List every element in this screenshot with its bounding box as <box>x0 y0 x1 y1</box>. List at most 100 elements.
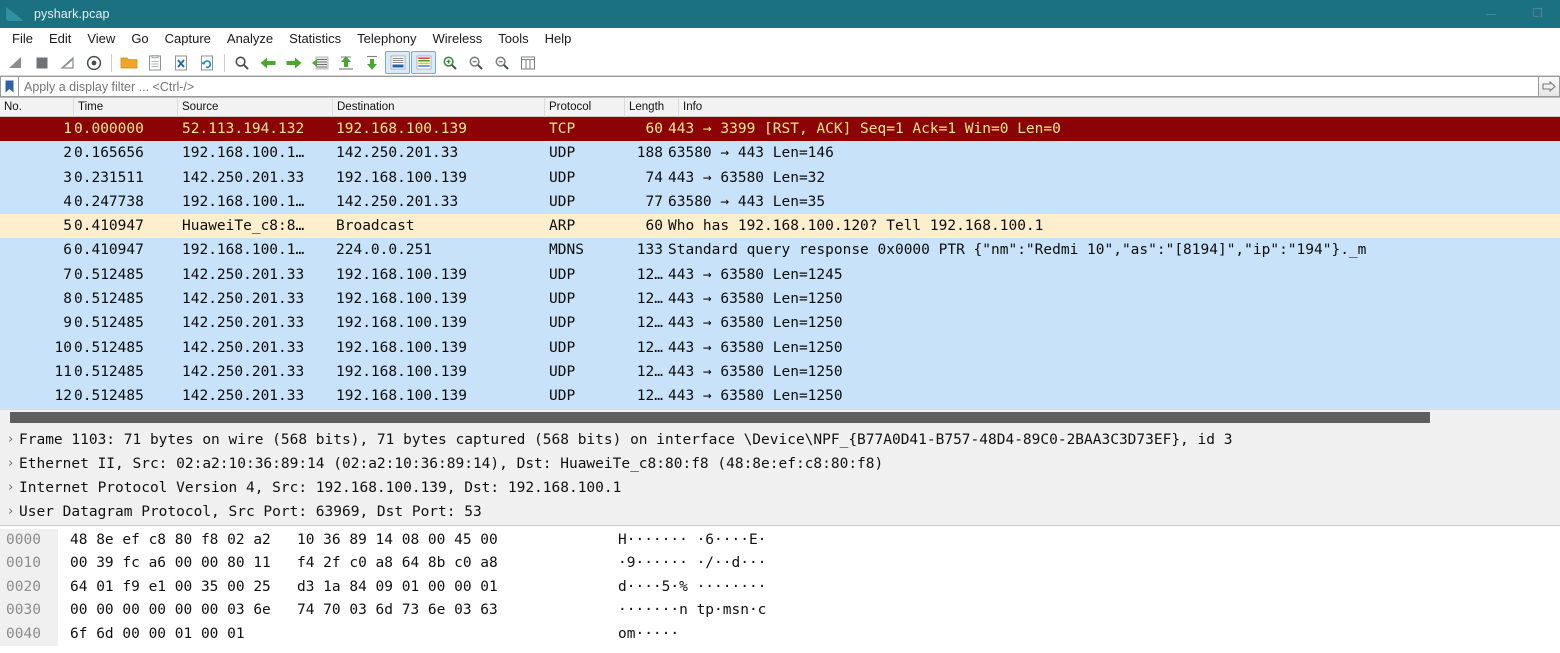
packet-row[interactable]: 6 0.410947 192.168.100.1… 224.0.0.251 MDNS 13… <box>0 238 1560 263</box>
detail-tree-row[interactable]: › Internet Protocol Version 4, Src: 192.1… <box>0 476 1560 500</box>
packet-row[interactable]: 5 0.410947 HuaweiTe_c8:8… Broadcast ARP 60 Who… <box>0 214 1560 239</box>
packet-cell-no: 4 <box>63 193 72 210</box>
packet-cell-protocol: UDP <box>549 145 576 162</box>
colorize-icon <box>416 55 431 70</box>
packet-row[interactable]: 2 0.165656 192.168.100.1… 142.250.201.33 UDP… <box>0 141 1560 166</box>
packet-cell-destination: 192.168.100.139 <box>336 339 467 356</box>
minimize-button[interactable] <box>1468 0 1514 28</box>
find-packet-button[interactable] <box>229 51 254 74</box>
packet-cell-protocol: UDP <box>549 169 576 186</box>
start-capture-button[interactable] <box>3 51 28 74</box>
packet-row[interactable]: 3 0.231511 142.250.201.33 192.168.100.139 UD… <box>0 165 1560 190</box>
menu-telephony[interactable]: Telephony <box>349 29 424 49</box>
column-header-source[interactable]: Source <box>178 97 333 117</box>
go-to-first-packet-button[interactable] <box>333 51 358 74</box>
scrollbar-track[interactable] <box>2 412 1558 424</box>
packet-row[interactable]: 9 0.512485 142.250.201.33 192.168.100.139 UD… <box>0 311 1560 336</box>
folder-open-icon <box>120 57 137 69</box>
packet-row[interactable]: 4 0.247738 192.168.100.1… 142.250.201.33 UDP… <box>0 189 1560 215</box>
packet-cell-destination: 192.168.100.139 <box>336 388 467 405</box>
packet-cell-source: 192.168.100.1… <box>182 242 305 259</box>
hexdump-row[interactable]: 0010 00 39 fc a6 00 00 80 11 f4 2f c0 a8 … <box>0 552 1560 576</box>
save-file-button[interactable] <box>142 51 167 74</box>
zoom-in-icon <box>442 55 457 70</box>
resize-columns-button[interactable] <box>515 51 540 74</box>
packet-list-rows: 1 0.000000 52.113.194.132 192.168.100.139 TC… <box>0 117 1560 409</box>
column-header-destination[interactable]: Destination <box>333 97 545 117</box>
filter-apply-button[interactable] <box>1538 76 1560 97</box>
zoom-out-icon <box>468 55 483 70</box>
close-file-button[interactable] <box>168 51 193 74</box>
packet-cell-length: 12… <box>636 363 663 380</box>
packet-cell-protocol: MDNS <box>549 242 584 259</box>
reload-document-icon <box>200 55 213 70</box>
zoom-in-button[interactable] <box>437 51 462 74</box>
chevron-right-icon[interactable]: › <box>2 452 19 476</box>
hexdump-row[interactable]: 0000 48 8e ef c8 80 f8 02 a2 10 36 89 14 … <box>0 528 1560 553</box>
hexdump-row[interactable]: 0020 64 01 f9 e1 00 35 00 25 d3 1a 84 09 … <box>0 575 1560 600</box>
packet-cell-no: 6 <box>63 242 72 259</box>
normal-size-button[interactable] <box>489 51 514 74</box>
column-header-length[interactable]: Length <box>625 97 679 117</box>
detail-tree-row[interactable]: › Frame 1103: 71 bytes on wire (568 bits)… <box>0 428 1560 452</box>
packet-row[interactable]: 8 0.512485 142.250.201.33 192.168.100.139 UD… <box>0 287 1560 312</box>
go-to-packet-button[interactable] <box>307 51 332 74</box>
packet-cell-destination: 224.0.0.251 <box>336 242 433 259</box>
stop-capture-button[interactable] <box>29 51 54 74</box>
packet-row[interactable]: 12 0.512485 142.250.201.33 192.168.100.139 U… <box>0 384 1560 409</box>
open-file-button[interactable] <box>116 51 141 74</box>
packet-row[interactable]: 10 0.512485 142.250.201.33 192.168.100.139 U… <box>0 335 1560 360</box>
packet-cell-length: 12… <box>636 291 663 308</box>
menu-wireless[interactable]: Wireless <box>424 29 490 49</box>
packet-cell-destination: 142.250.201.33 <box>336 145 459 162</box>
hexdump-row[interactable]: 0040 6f 6d 00 00 01 00 01 om····· <box>0 622 1560 647</box>
auto-scroll-icon <box>390 55 405 70</box>
packet-list-pane: No. Time Source Destination Protocol Len… <box>0 97 1560 426</box>
filter-bookmark-button[interactable] <box>0 76 18 97</box>
restart-capture-button[interactable] <box>55 51 80 74</box>
zoom-out-button[interactable] <box>463 51 488 74</box>
hexdump-ascii: ·9······ ·/··d··· <box>618 555 767 572</box>
packet-cell-destination: 192.168.100.139 <box>336 266 467 283</box>
column-header-no[interactable]: No. <box>0 97 74 117</box>
scrollbar-thumb[interactable] <box>10 412 1430 424</box>
reload-file-button[interactable] <box>194 51 219 74</box>
capture-options-button[interactable] <box>81 51 106 74</box>
menu-statistics[interactable]: Statistics <box>281 29 349 49</box>
go-to-last-packet-button[interactable] <box>359 51 384 74</box>
menu-go[interactable]: Go <box>123 29 156 49</box>
packet-row[interactable]: 7 0.512485 142.250.201.33 192.168.100.139 UD… <box>0 262 1560 288</box>
colorize-packets-toggle[interactable] <box>411 51 436 74</box>
packet-list-horizontal-scrollbar[interactable] <box>0 408 1560 426</box>
packet-row[interactable]: 11 0.512485 142.250.201.33 192.168.100.139 U… <box>0 359 1560 385</box>
chevron-right-icon[interactable]: › <box>2 476 19 500</box>
go-back-button[interactable] <box>255 51 280 74</box>
go-forward-button[interactable] <box>281 51 306 74</box>
column-header-protocol[interactable]: Protocol <box>545 97 625 117</box>
detail-tree-label: Frame 1103: 71 bytes on wire (568 bits),… <box>19 431 1233 448</box>
hexdump-row[interactable]: 0030 00 00 00 00 00 00 03 6e 74 70 03 6d … <box>0 599 1560 623</box>
menu-capture[interactable]: Capture <box>157 29 219 49</box>
column-header-time[interactable]: Time <box>74 97 178 117</box>
packet-cell-protocol: UDP <box>549 388 576 405</box>
packet-row[interactable]: 1 0.000000 52.113.194.132 192.168.100.139 TC… <box>0 117 1560 142</box>
wireshark-logo-icon <box>6 6 28 22</box>
detail-tree-row[interactable]: › Ethernet II, Src: 02:a2:10:36:89:14 (02… <box>0 452 1560 476</box>
packet-cell-no: 3 <box>63 169 72 186</box>
auto-scroll-toggle[interactable] <box>385 51 410 74</box>
hexdump-offset: 0020 <box>0 575 58 600</box>
packet-cell-time: 0.410947 <box>74 218 144 235</box>
menu-help[interactable]: Help <box>537 29 580 49</box>
menu-analyze[interactable]: Analyze <box>219 29 281 49</box>
menu-file[interactable]: File <box>4 29 41 49</box>
column-header-info[interactable]: Info <box>679 98 1559 117</box>
menu-edit[interactable]: Edit <box>41 29 79 49</box>
chevron-right-icon[interactable]: › <box>2 428 19 452</box>
restore-button[interactable] <box>1514 0 1560 28</box>
display-filter-input[interactable] <box>18 76 1538 97</box>
packet-cell-no: 10 <box>54 339 72 356</box>
menu-view[interactable]: View <box>79 29 123 49</box>
chevron-right-icon[interactable]: › <box>2 500 19 524</box>
menu-tools[interactable]: Tools <box>490 29 536 49</box>
detail-tree-row[interactable]: › User Datagram Protocol, Src Port: 63969… <box>0 500 1560 524</box>
